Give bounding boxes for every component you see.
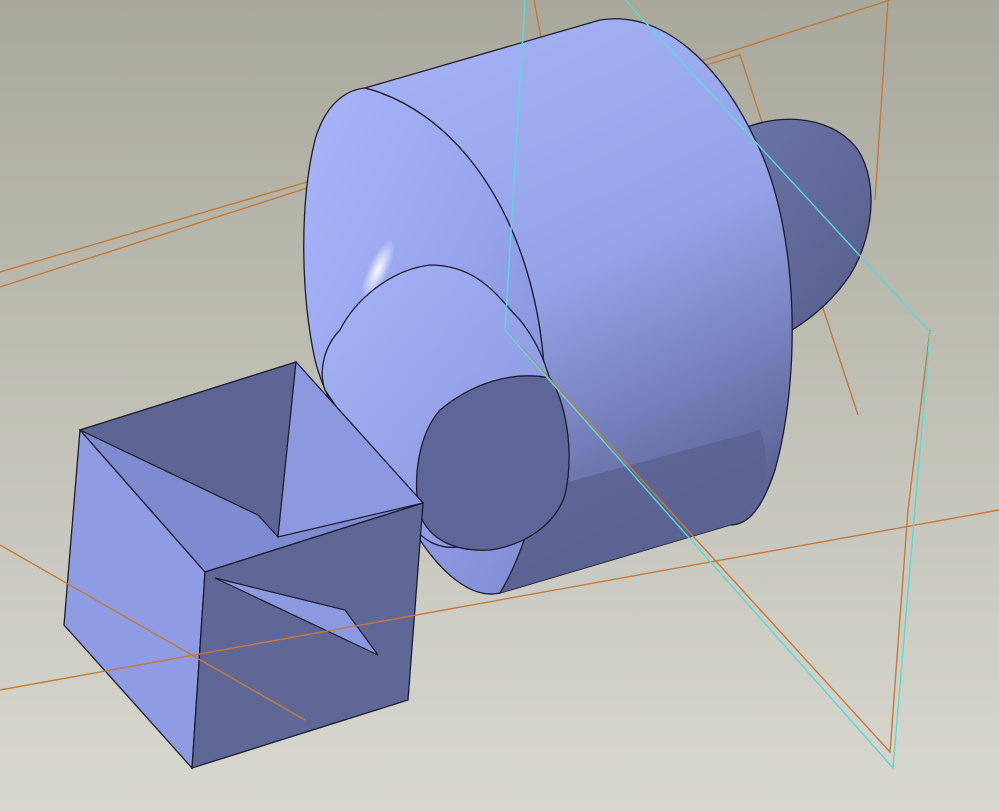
model-canvas[interactable] bbox=[0, 0, 999, 811]
cad-3d-viewport[interactable] bbox=[0, 0, 999, 811]
